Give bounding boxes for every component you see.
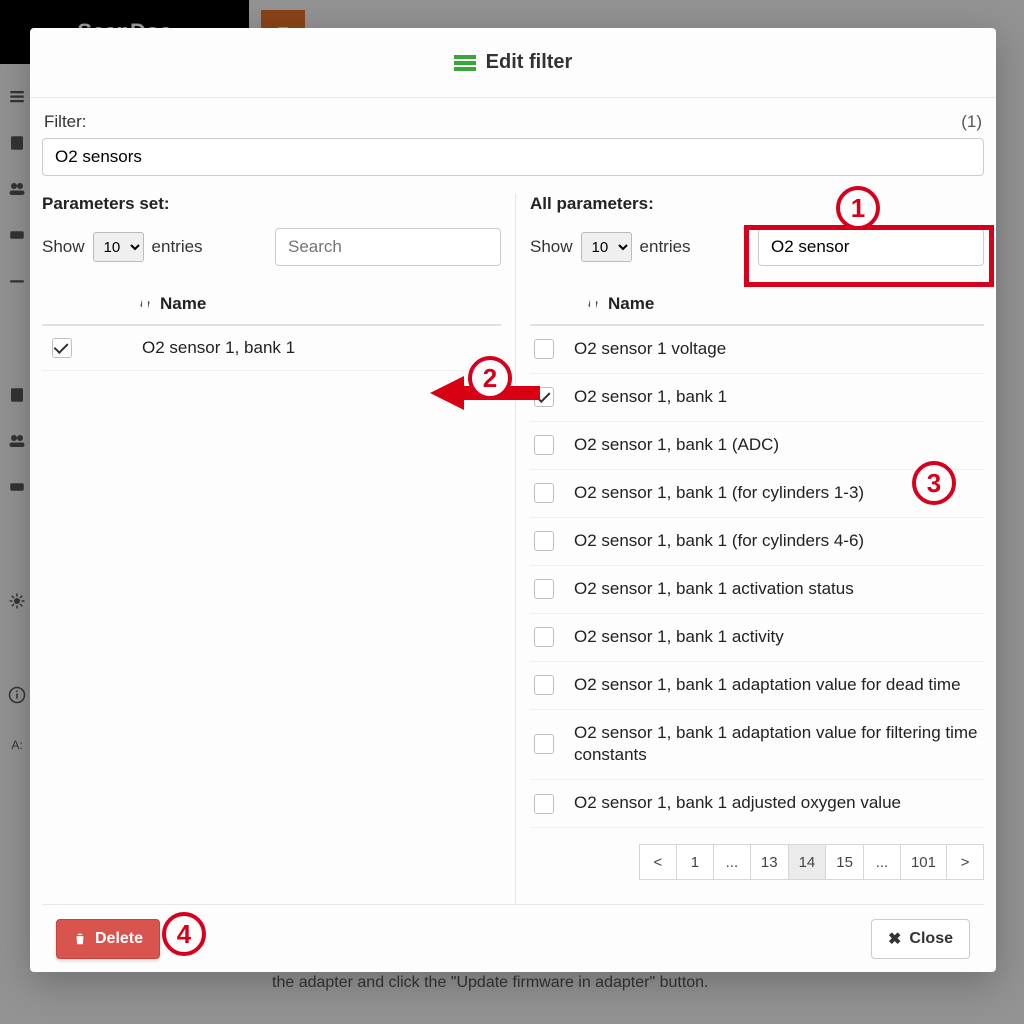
close-label: Close: [909, 930, 953, 948]
annotation-highlight-1: [744, 225, 994, 287]
page-button[interactable]: 13: [750, 844, 789, 880]
checkbox[interactable]: [534, 339, 554, 359]
filter-name-input[interactable]: [42, 138, 984, 176]
checkbox[interactable]: [534, 794, 554, 814]
row-label: O2 sensor 1, bank 1 (for cylinders 4-6): [574, 530, 864, 553]
annotation-3: 3: [912, 461, 956, 505]
row-label: O2 sensor 1 voltage: [574, 338, 726, 361]
filter-label: Filter:: [44, 112, 87, 132]
modal-title: Edit filter: [486, 51, 573, 74]
row-label: O2 sensor 1, bank 1: [142, 338, 295, 358]
show-label: Show: [42, 237, 85, 257]
checkbox[interactable]: [52, 338, 72, 358]
checkbox[interactable]: [534, 734, 554, 754]
checkbox[interactable]: [534, 435, 554, 455]
delete-label: Delete: [95, 930, 143, 948]
show-label: Show: [530, 237, 573, 257]
right-title: All parameters:: [530, 194, 984, 214]
checkbox[interactable]: [534, 483, 554, 503]
row-label: O2 sensor 1, bank 1 adaptation value for…: [574, 722, 980, 768]
left-page-size[interactable]: 10: [93, 232, 144, 262]
edit-filter-modal: Edit filter Filter: (1) Parameters set: …: [30, 28, 996, 972]
table-row[interactable]: O2 sensor 1, bank 1 activity: [530, 614, 984, 662]
right-table-header[interactable]: Name: [530, 284, 984, 326]
page-button[interactable]: 15: [825, 844, 864, 880]
entries-label: entries: [640, 237, 691, 257]
annotation-4: 4: [162, 912, 206, 956]
page-button[interactable]: 101: [900, 844, 947, 880]
close-icon: ✖: [888, 929, 901, 949]
checkbox[interactable]: [534, 675, 554, 695]
name-header: Name: [608, 294, 654, 314]
page-button: ...: [863, 844, 901, 880]
name-header: Name: [160, 294, 206, 314]
annotation-2: 2: [468, 356, 512, 400]
table-row[interactable]: O2 sensor 1, bank 1 adjusted oxygen valu…: [530, 780, 984, 828]
page-button[interactable]: >: [946, 844, 984, 880]
sort-icon: [586, 297, 600, 311]
row-label: O2 sensor 1, bank 1 adjusted oxygen valu…: [574, 792, 901, 815]
table-row[interactable]: O2 sensor 1, bank 1 (ADC): [530, 422, 984, 470]
table-row[interactable]: O2 sensor 1 voltage: [530, 326, 984, 374]
page-button[interactable]: 14: [788, 844, 827, 880]
row-label: O2 sensor 1, bank 1: [574, 386, 727, 409]
left-search-input[interactable]: [275, 228, 501, 266]
row-label: O2 sensor 1, bank 1 (for cylinders 1-3): [574, 482, 864, 505]
table-row[interactable]: O2 sensor 1, bank 1 adaptation value for…: [530, 710, 984, 781]
sort-icon: [138, 297, 152, 311]
entries-label: entries: [152, 237, 203, 257]
row-label: O2 sensor 1, bank 1 activation status: [574, 578, 854, 601]
row-label: O2 sensor 1, bank 1 (ADC): [574, 434, 779, 457]
table-row[interactable]: O2 sensor 1, bank 1 activation status: [530, 566, 984, 614]
trash-icon: [73, 932, 87, 946]
modal-header: Edit filter: [30, 28, 996, 98]
table-row[interactable]: O2 sensor 1, bank 1 adaptation value for…: [530, 662, 984, 710]
filter-count: (1): [961, 112, 982, 132]
page-button[interactable]: <: [639, 844, 677, 880]
page-button[interactable]: 1: [676, 844, 714, 880]
row-label: O2 sensor 1, bank 1 activity: [574, 626, 784, 649]
checkbox[interactable]: [534, 579, 554, 599]
filter-icon: [454, 55, 476, 71]
checkbox[interactable]: [534, 531, 554, 551]
pagination: <1...131415...101>: [640, 844, 984, 880]
checkbox[interactable]: [534, 627, 554, 647]
annotation-1: 1: [836, 186, 880, 230]
close-button[interactable]: ✖ Close: [871, 919, 970, 959]
page-button: ...: [713, 844, 751, 880]
table-row[interactable]: O2 sensor 1, bank 1: [42, 326, 501, 371]
row-label: O2 sensor 1, bank 1 adaptation value for…: [574, 674, 961, 697]
right-page-size[interactable]: 10: [581, 232, 632, 262]
delete-button[interactable]: Delete: [56, 919, 160, 959]
table-row[interactable]: O2 sensor 1, bank 1: [530, 374, 984, 422]
table-row[interactable]: O2 sensor 1, bank 1 (for cylinders 4-6): [530, 518, 984, 566]
left-table-header[interactable]: Name: [42, 284, 501, 326]
left-title: Parameters set:: [42, 194, 501, 214]
